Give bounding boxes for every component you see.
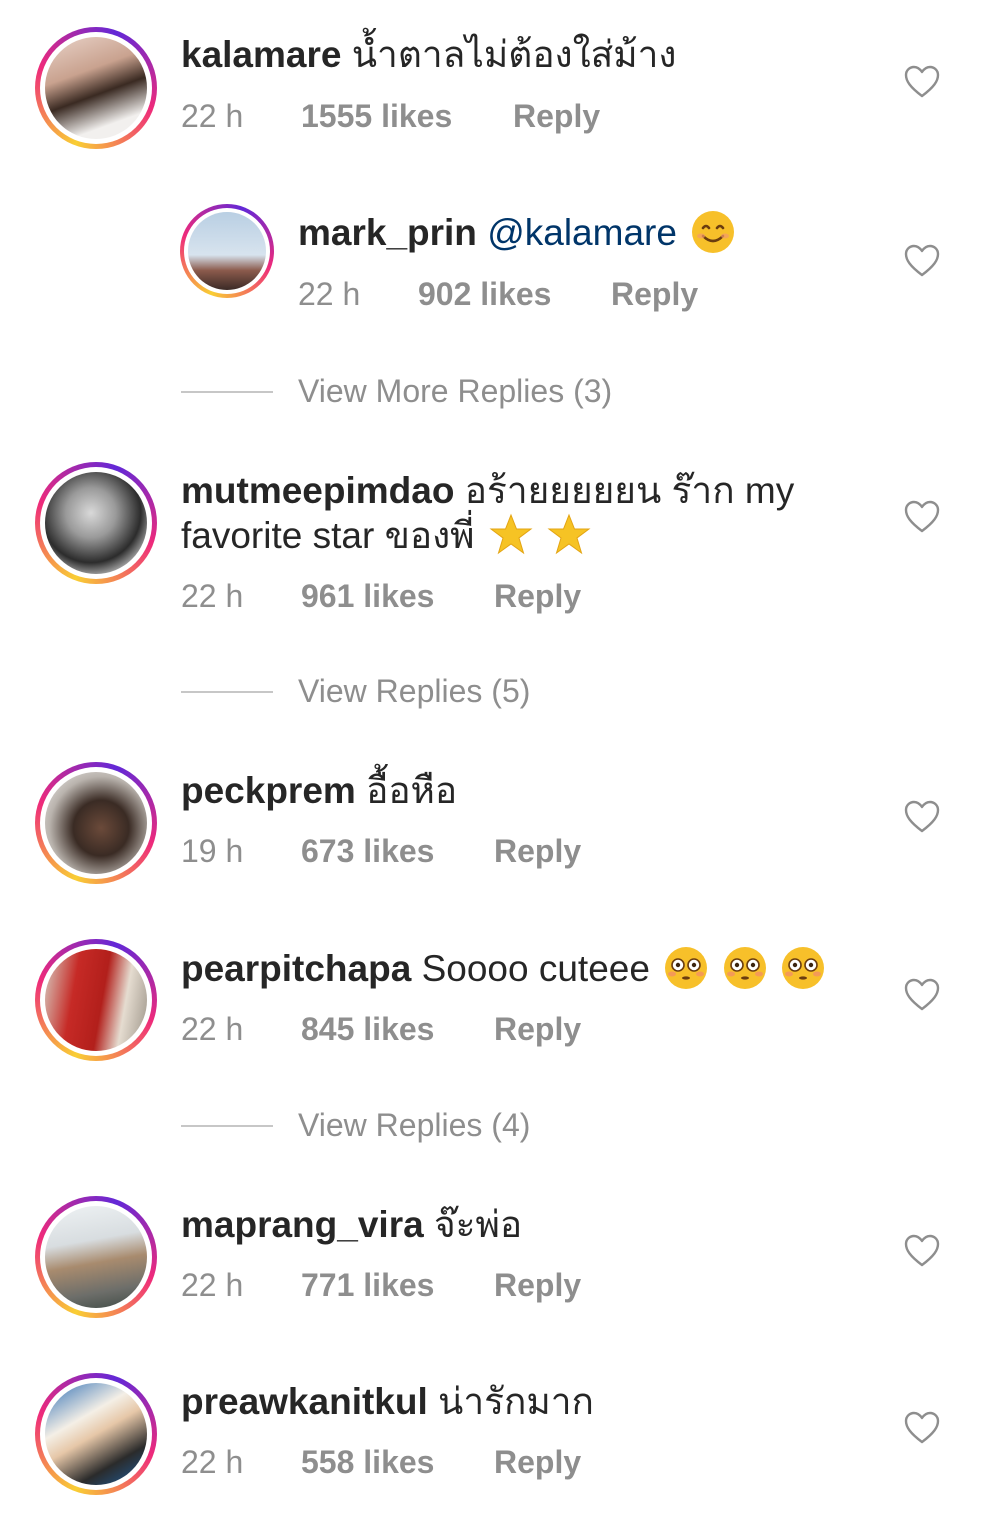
heart-outline-icon[interactable] (904, 978, 940, 1012)
flushed-face-emoji (665, 947, 708, 990)
reply-button[interactable]: Reply (494, 1009, 581, 1049)
reply-button[interactable]: Reply (513, 96, 600, 136)
comment-username[interactable]: pearpitchapa (181, 948, 411, 989)
heart-outline-icon[interactable] (904, 1234, 940, 1268)
profile-photo (45, 949, 147, 1051)
divider (181, 691, 273, 693)
heart-outline-icon[interactable] (904, 800, 940, 834)
comment-username[interactable]: mark_prin (298, 212, 477, 253)
reply-button[interactable]: Reply (494, 1442, 581, 1482)
comment-text: Soooo cuteee (421, 948, 650, 989)
heart-outline-icon[interactable] (904, 1411, 940, 1445)
profile-photo (45, 1206, 147, 1308)
star-emoji (547, 513, 591, 555)
comment-text: น่ารักมาก (438, 1381, 594, 1422)
comment-username[interactable]: preawkanitkul (181, 1381, 428, 1422)
comment-text: อื้อหือ (366, 770, 458, 811)
profile-photo (188, 212, 266, 290)
star-emoji (489, 513, 533, 555)
comment-username[interactable]: maprang_vira (181, 1204, 424, 1245)
comment-likes[interactable]: 673 likes (301, 831, 434, 871)
avatar[interactable] (180, 204, 274, 298)
avatar[interactable] (35, 1373, 157, 1495)
comment-time: 22 h (298, 276, 361, 312)
profile-photo (45, 772, 147, 874)
comment-time: 22 h (181, 1444, 244, 1480)
avatar[interactable] (35, 939, 157, 1061)
avatar[interactable] (35, 462, 157, 584)
comment-text: น้ำตาลไม่ต้องใส่ม้าง (351, 34, 677, 75)
view-replies-label: View Replies (4) (298, 1107, 531, 1143)
comment-username[interactable]: peckprem (181, 770, 356, 811)
heart-outline-icon[interactable] (904, 500, 940, 534)
divider (181, 1125, 273, 1127)
comment-time: 22 h (181, 578, 244, 614)
reply-button[interactable]: Reply (494, 1265, 581, 1305)
smiling-face-emoji (692, 211, 735, 254)
comment-likes[interactable]: 1555 likes (301, 96, 452, 136)
comment-text: จ๊ะพ่อ (433, 1204, 523, 1245)
profile-photo (45, 472, 147, 574)
flushed-face-emoji (781, 947, 824, 990)
reply-button[interactable]: Reply (494, 576, 581, 616)
comment-username[interactable]: kalamare (181, 34, 341, 75)
reply-button[interactable]: Reply (611, 274, 698, 314)
comment-likes[interactable]: 845 likes (301, 1009, 434, 1049)
heart-outline-icon[interactable] (904, 65, 940, 99)
comments-list: kalamare น้ำตาลไม่ต้องใส่ม้าง 22 h 1555 … (0, 0, 1000, 1520)
avatar[interactable] (35, 1196, 157, 1318)
view-replies-label: View More Replies (3) (298, 373, 613, 409)
divider (181, 391, 273, 393)
comment-time: 22 h (181, 1267, 244, 1303)
comment-likes[interactable]: 771 likes (301, 1265, 434, 1305)
heart-outline-icon[interactable] (904, 244, 940, 278)
comment-text: favorite star ของพี่ (181, 515, 475, 556)
avatar[interactable] (35, 762, 157, 884)
comment-time: 19 h (181, 833, 244, 869)
profile-photo (45, 1383, 147, 1485)
comment-likes[interactable]: 902 likes (418, 274, 551, 314)
flushed-face-emoji (723, 947, 766, 990)
comment-username[interactable]: mutmeepimdao (181, 470, 454, 511)
comment-likes[interactable]: 558 likes (301, 1442, 434, 1482)
profile-photo (45, 37, 147, 139)
comment-time: 22 h (181, 98, 244, 134)
view-replies-label: View Replies (5) (298, 673, 531, 709)
mention-link[interactable]: @kalamare (487, 212, 677, 253)
comment-time: 22 h (181, 1011, 244, 1047)
comment-text: อร้ายยยยยน ร๊าก my (464, 470, 795, 511)
avatar[interactable] (35, 27, 157, 149)
comment-likes[interactable]: 961 likes (301, 576, 434, 616)
reply-button[interactable]: Reply (494, 831, 581, 871)
